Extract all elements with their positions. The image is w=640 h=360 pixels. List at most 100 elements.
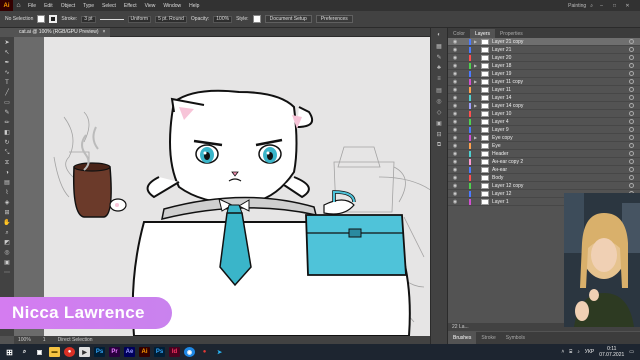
- layer-target-icon[interactable]: [629, 175, 634, 180]
- layer-row[interactable]: ◉ Eye: [448, 142, 640, 150]
- visibility-eye-icon[interactable]: ◉: [452, 151, 458, 157]
- tab-layers[interactable]: Layers: [469, 29, 495, 38]
- preferences-button[interactable]: Preferences: [315, 15, 353, 23]
- visibility-eye-icon[interactable]: ◉: [452, 159, 458, 165]
- layer-row[interactable]: ◉ Header: [448, 150, 640, 158]
- layer-row[interactable]: ◉ ▶ Layer 21 copy: [448, 38, 640, 46]
- layer-row[interactable]: ◉ Layer 10: [448, 110, 640, 118]
- layer-target-icon[interactable]: [629, 159, 634, 164]
- brushes-icon[interactable]: ✎: [435, 54, 443, 62]
- layer-target-icon[interactable]: [629, 95, 634, 100]
- visibility-eye-icon[interactable]: ◉: [452, 55, 458, 61]
- more-tools-icon[interactable]: ⋯: [2, 269, 12, 278]
- visibility-eye-icon[interactable]: ◉: [452, 135, 458, 141]
- paintbrush-tool-icon[interactable]: ✎: [2, 109, 12, 118]
- tab-stroke[interactable]: Stroke: [476, 335, 500, 341]
- scale-tool-icon[interactable]: ⤡: [2, 149, 12, 158]
- visibility-eye-icon[interactable]: ◉: [452, 191, 458, 197]
- direct-selection-tool-icon[interactable]: ↖: [2, 49, 12, 58]
- hand-tool-icon[interactable]: ✋: [2, 219, 12, 228]
- screen-mode-icon[interactable]: ▣: [2, 259, 12, 268]
- draw-mode-icon[interactable]: ◎: [2, 249, 12, 258]
- language-indicator[interactable]: УКР: [585, 349, 594, 355]
- transparency-icon[interactable]: ◎: [435, 98, 443, 106]
- stroke-swatch[interactable]: [49, 15, 58, 23]
- layer-row[interactable]: ◉ ▶ Layer 11 copy: [448, 78, 640, 86]
- visibility-eye-icon[interactable]: ◉: [452, 119, 458, 125]
- appearance-icon[interactable]: ◇: [435, 109, 443, 117]
- layer-name[interactable]: Eye copy: [492, 135, 626, 141]
- layer-row[interactable]: ◉ Layer 12 copy: [448, 182, 640, 190]
- layer-target-icon[interactable]: [629, 183, 634, 188]
- pathfinder-icon[interactable]: ⧉: [435, 142, 443, 150]
- visibility-eye-icon[interactable]: ◉: [452, 79, 458, 85]
- visibility-eye-icon[interactable]: ◉: [452, 63, 458, 69]
- document-setup-button[interactable]: Document Setup: [264, 15, 312, 23]
- visibility-eye-icon[interactable]: ◉: [452, 127, 458, 133]
- file-explorer-icon[interactable]: ▬: [49, 347, 60, 357]
- eraser-tool-icon[interactable]: ◧: [2, 129, 12, 138]
- gradient-icon[interactable]: ▤: [435, 87, 443, 95]
- workspace-label[interactable]: Painting: [568, 3, 586, 9]
- menu-object[interactable]: Object: [57, 3, 79, 9]
- chrome-icon[interactable]: ◉: [184, 347, 195, 357]
- layer-name[interactable]: Layer 14 copy: [492, 103, 626, 109]
- layer-name[interactable]: Layer 9: [492, 127, 626, 133]
- tab-brushes[interactable]: Brushes: [448, 332, 477, 344]
- visibility-eye-icon[interactable]: ◉: [452, 71, 458, 77]
- gradient-tool-icon[interactable]: ▤: [2, 179, 12, 188]
- blend-tool-icon[interactable]: ◈: [2, 199, 12, 208]
- media-icon[interactable]: ▶: [79, 347, 90, 357]
- app-photoshop-icon[interactable]: Ps: [94, 347, 105, 357]
- visibility-eye-icon[interactable]: ◉: [452, 39, 458, 45]
- artboard-tool-icon[interactable]: ⊞: [2, 209, 12, 218]
- layer-name[interactable]: Eye: [492, 143, 626, 149]
- visibility-eye-icon[interactable]: ◉: [452, 183, 458, 189]
- layer-row[interactable]: ◉ Body: [448, 174, 640, 182]
- visibility-eye-icon[interactable]: ◉: [452, 95, 458, 101]
- tool-status[interactable]: Direct Selection: [58, 337, 93, 343]
- layer-row[interactable]: ◉ Layer 11: [448, 86, 640, 94]
- layer-row[interactable]: ◉ Aн-ear: [448, 166, 640, 174]
- expand-arrow-icon[interactable]: ▶: [474, 103, 478, 108]
- menu-view[interactable]: View: [141, 3, 160, 9]
- width-tool-icon[interactable]: ⧖: [2, 159, 12, 168]
- minimize-icon[interactable]: –: [597, 3, 606, 9]
- color-guide-icon[interactable]: ◐: [435, 32, 443, 40]
- layer-target-icon[interactable]: [629, 87, 634, 92]
- layer-target-icon[interactable]: [629, 55, 634, 60]
- browser-icon[interactable]: ●: [64, 347, 75, 357]
- visibility-eye-icon[interactable]: ◉: [452, 111, 458, 117]
- tab-properties[interactable]: Properties: [495, 29, 528, 38]
- layer-name[interactable]: Header: [492, 151, 626, 157]
- menu-type[interactable]: Type: [79, 3, 98, 9]
- stroke-label[interactable]: Stroke:: [61, 16, 77, 22]
- visibility-eye-icon[interactable]: ◉: [452, 167, 458, 173]
- layer-name[interactable]: Layer 11 copy: [492, 79, 626, 85]
- notifications-icon[interactable]: ▭: [629, 349, 634, 355]
- layer-name[interactable]: Layer 4: [492, 119, 626, 125]
- search-taskbar-icon[interactable]: ⌕: [19, 347, 30, 357]
- style-swatch[interactable]: [252, 15, 261, 23]
- menu-effect[interactable]: Effect: [120, 3, 141, 9]
- volume-icon[interactable]: ♪: [577, 349, 580, 355]
- app-logo[interactable]: Ai: [0, 0, 13, 11]
- zoom-level[interactable]: 100%: [18, 337, 31, 343]
- layer-target-icon[interactable]: [629, 39, 634, 44]
- expand-arrow-icon[interactable]: ▶: [474, 63, 478, 68]
- graphic-styles-icon[interactable]: ▣: [435, 120, 443, 128]
- layer-name[interactable]: Layer 21 copy: [492, 39, 626, 45]
- visibility-eye-icon[interactable]: ◉: [452, 103, 458, 109]
- artboard-number[interactable]: 1: [43, 337, 46, 343]
- expand-arrow-icon[interactable]: ▶: [474, 39, 478, 44]
- layer-target-icon[interactable]: [629, 151, 634, 156]
- menu-edit[interactable]: Edit: [40, 3, 57, 9]
- layer-name[interactable]: Layer 18: [492, 63, 626, 69]
- tray-chevron-icon[interactable]: ˄: [561, 349, 564, 355]
- layer-name[interactable]: Aн-ear copy 2: [492, 159, 626, 165]
- menu-select[interactable]: Select: [98, 3, 120, 9]
- visibility-eye-icon[interactable]: ◉: [452, 47, 458, 53]
- layer-row[interactable]: ◉ ▶ Layer 18: [448, 62, 640, 70]
- shape-builder-tool-icon[interactable]: ◑: [2, 169, 12, 178]
- stroke-width-field[interactable]: 3 pt: [81, 15, 96, 23]
